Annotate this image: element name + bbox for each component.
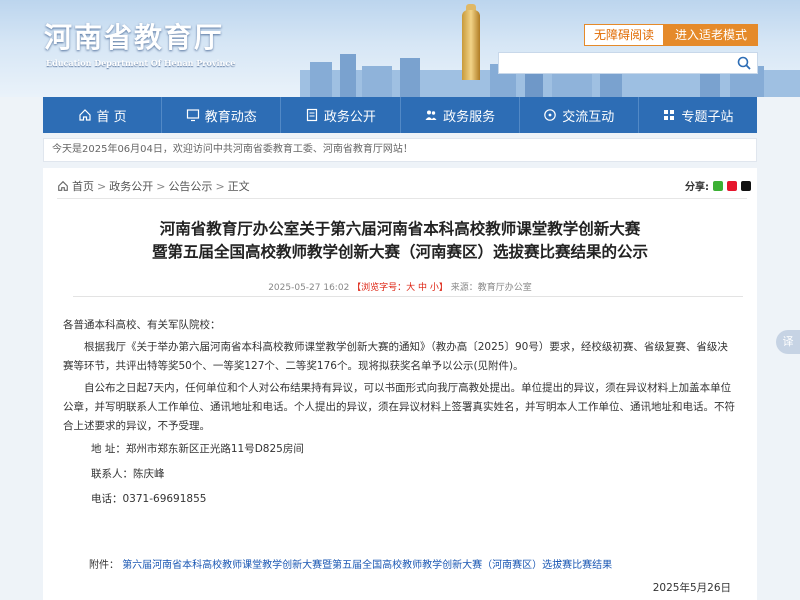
signature-date: 2025年5月26日 — [652, 582, 731, 594]
translate-button[interactable]: 译 — [776, 330, 800, 354]
breadcrumb-announcements[interactable]: 公告公示 — [168, 178, 212, 194]
publish-date: 2025-05-27 16:02 — [268, 283, 350, 293]
article-title: 河南省教育厅办公室关于第六届河南省本科高校教师课堂教学创新大赛 暨第五届全国高校… — [43, 218, 757, 264]
site-logo-subtitle: Education Department Of Henan Province — [46, 58, 236, 68]
document-icon — [306, 108, 318, 122]
search-input[interactable] — [499, 54, 729, 74]
contact-person: 联系人：陈庆峰 — [91, 468, 165, 480]
nav-item-label: 教育动态 — [204, 109, 257, 125]
nav-item-label: 交流互动 — [562, 109, 615, 125]
salutation: 各普通本科高校、有关军队院校： — [63, 319, 221, 331]
people-icon — [425, 110, 437, 120]
weibo-share-icon[interactable] — [727, 180, 737, 191]
nav-item-home[interactable]: 首 页 — [43, 97, 163, 133]
divider — [73, 296, 743, 297]
paragraph: 根据我厅《关于举办第六届河南省本科高校教师课堂教学创新大赛的通知》（教办高〔20… — [63, 341, 728, 372]
nav-item-special-sites[interactable]: 专题子站 — [639, 97, 757, 133]
breadcrumb-home[interactable]: 首页 — [72, 178, 94, 194]
nav-item-label: 政务服务 — [443, 109, 496, 125]
site-header: 河南省教育厅 Education Department Of Henan Pro… — [0, 0, 800, 97]
font-size-switcher[interactable]: 【浏览字号：大 中 小】 — [352, 283, 448, 293]
divider — [57, 198, 747, 199]
share-label: 分享: — [685, 182, 709, 193]
article-source: 来源：教育厅办公室 — [450, 283, 532, 293]
article-title-line1: 河南省教育厅办公室关于第六届河南省本科高校教师课堂教学创新大赛 — [159, 220, 641, 238]
article-title-line2: 暨第五届全国高校教师教学创新大赛（河南赛区）选拔赛比赛结果的公示 — [151, 243, 648, 261]
search-icon[interactable] — [737, 56, 751, 70]
chat-icon — [544, 109, 557, 121]
home-icon — [78, 109, 91, 121]
nav-item-government-services[interactable]: 政务服务 — [401, 97, 520, 133]
nav-item-label: 首 页 — [96, 109, 127, 125]
attachment-label: 附件： — [89, 560, 119, 571]
article-meta: 2025-05-27 16:02 【浏览字号：大 中 小】 来源：教育厅办公室 — [43, 280, 757, 293]
breadcrumb-current: 正文 — [227, 180, 250, 193]
contact-phone: 电话：0371-69691855 — [91, 493, 207, 505]
accessibility-reading-button[interactable]: 无障碍阅读 — [584, 24, 664, 46]
breadcrumb-separator: > — [97, 179, 107, 193]
welcome-notice: 今天是2025年06月04日，欢迎访问中共河南省委教育工委、河南省教育厅网站！ — [43, 138, 757, 162]
contact-address: 地 址：郑州市郑东新区正光路11号D825房间 — [91, 443, 304, 455]
nav-item-label: 专题子站 — [681, 109, 734, 125]
breadcrumb: 首页 > 政务公开 > 公告公示 > 正文 — [57, 178, 250, 194]
nav-item-label: 政务公开 — [323, 109, 376, 125]
site-logo-title[interactable]: 河南省教育厅 — [44, 16, 224, 56]
article-body: 各普通本科高校、有关军队院校： 根据我厅《关于举办第六届河南省本科高校教师课堂教… — [63, 316, 735, 515]
grid-icon — [664, 110, 675, 120]
nav-item-government-affairs[interactable]: 政务公开 — [281, 97, 401, 133]
breadcrumb-separator: > — [156, 179, 166, 193]
monitor-icon — [186, 109, 199, 122]
elder-mode-button[interactable]: 进入适老模式 — [664, 24, 758, 46]
attachment-link[interactable]: 第六届河南省本科高校教师课堂教学创新大赛暨第五届全国高校教师教学创新大赛（河南赛… — [122, 560, 612, 571]
home-icon — [58, 180, 68, 191]
breadcrumb-government-affairs[interactable]: 政务公开 — [109, 178, 153, 194]
nav-item-interaction[interactable]: 交流互动 — [520, 97, 639, 133]
paragraph: 自公布之日起7天内，任何单位和个人对公布结果持有异议，可以书面形式向我厅高教处提… — [63, 382, 735, 432]
wechat-share-icon[interactable] — [713, 180, 723, 191]
tower-image — [462, 10, 480, 80]
search-box — [498, 52, 758, 74]
attachment: 附件： 第六届河南省本科高校教师课堂教学创新大赛暨第五届全国高校教师教学创新大赛… — [89, 556, 612, 571]
qq-share-icon[interactable] — [741, 180, 751, 191]
article-container: 首页 > 政务公开 > 公告公示 > 正文 分享: 河南省教育厅办公室关于第六届… — [43, 168, 757, 600]
share-bar: 分享: — [685, 178, 751, 193]
main-navigation: 首 页 教育动态 政务公开 政务服务 交流互动 专题子站 — [43, 97, 757, 133]
breadcrumb-separator: > — [215, 179, 225, 193]
nav-item-education-news[interactable]: 教育动态 — [162, 97, 282, 133]
